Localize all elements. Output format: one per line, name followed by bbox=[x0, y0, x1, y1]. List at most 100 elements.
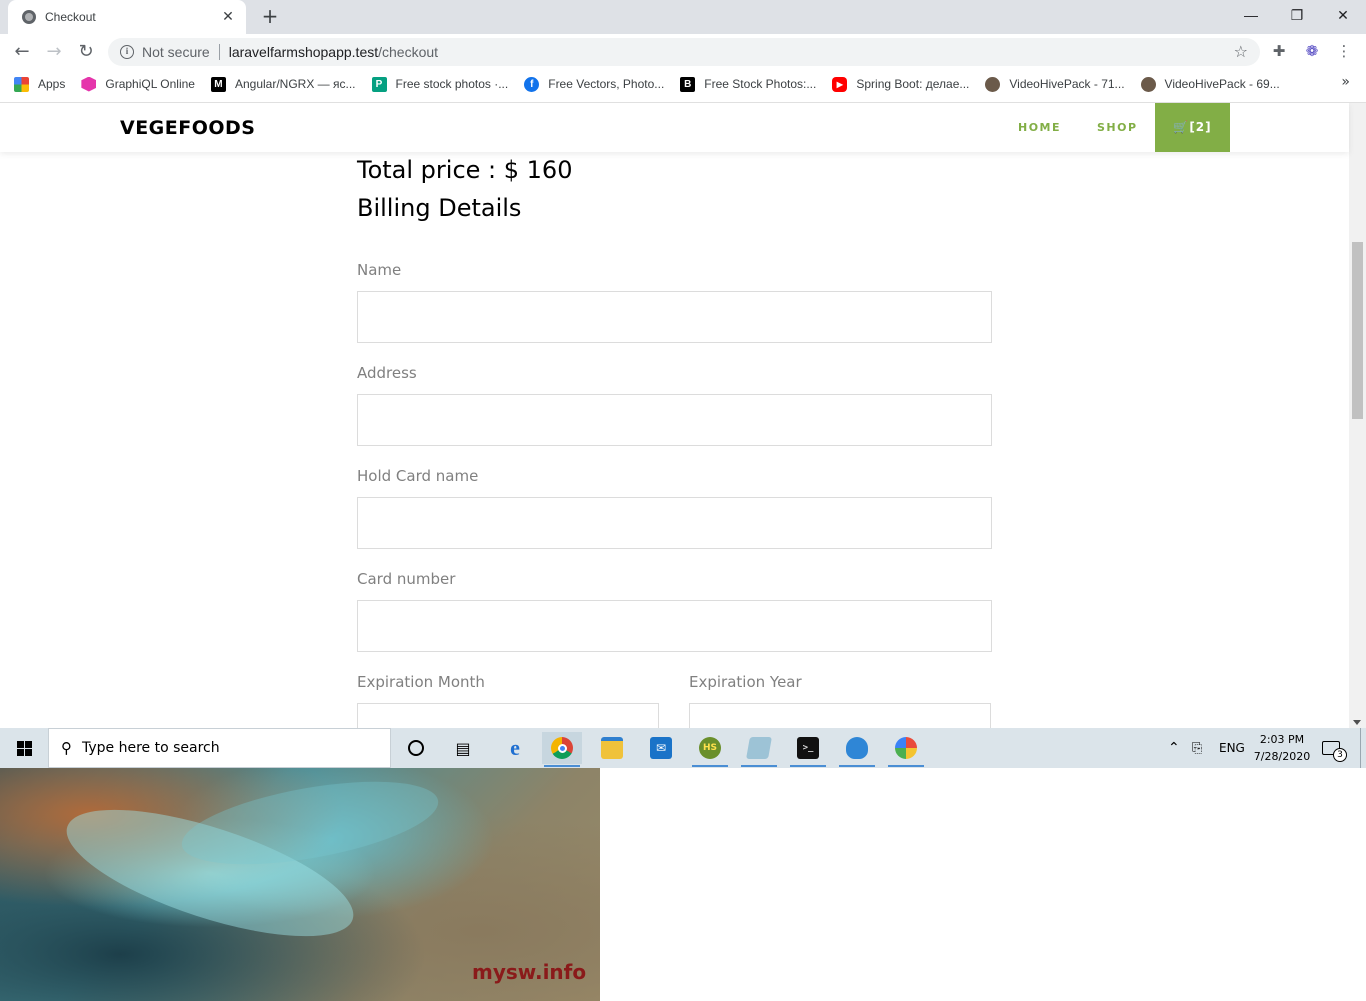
bookmark-graphiql[interactable]: GraphiQL Online bbox=[81, 76, 195, 92]
bookmark-burst[interactable]: B Free Stock Photos:... bbox=[680, 76, 817, 92]
expiration-year-input[interactable] bbox=[689, 703, 991, 728]
burst-icon: B bbox=[680, 76, 696, 92]
scrollbar-thumb[interactable] bbox=[1352, 242, 1363, 419]
nav-home-link[interactable]: HOME bbox=[1018, 121, 1061, 134]
bookmark-star-icon[interactable]: ☆ bbox=[1234, 42, 1248, 61]
nav-cart-button[interactable]: 🛒[2] bbox=[1155, 103, 1230, 152]
running-indicator bbox=[888, 765, 924, 767]
bookmark-pexels[interactable]: P Free stock photos ·... bbox=[371, 76, 509, 92]
file-explorer-icon[interactable] bbox=[592, 732, 632, 764]
profile-extension-icon[interactable]: ❁ bbox=[1301, 40, 1323, 62]
edge-browser-icon[interactable]: e bbox=[495, 732, 535, 764]
hs-glyph: HS bbox=[699, 737, 721, 759]
windows-taskbar: ⚲ Type here to search ▤ e ✉ HS >_ ⌃ ⎘ EN… bbox=[0, 728, 1366, 768]
minimize-button[interactable]: — bbox=[1228, 0, 1274, 30]
bookmark-label: Free stock photos ·... bbox=[395, 77, 509, 91]
notepad-glyph bbox=[746, 737, 772, 759]
restore-button[interactable]: ❐ bbox=[1274, 0, 1320, 30]
medium-icon: M bbox=[210, 76, 226, 92]
info-icon[interactable]: i bbox=[120, 45, 134, 59]
active-indicator bbox=[544, 765, 580, 767]
card-name-input[interactable] bbox=[357, 497, 992, 549]
cart-count: [2] bbox=[1189, 120, 1212, 134]
bookmark-label: GraphiQL Online bbox=[105, 77, 195, 91]
billing-details-heading: Billing Details bbox=[357, 194, 522, 222]
name-input[interactable] bbox=[357, 291, 992, 343]
close-tab-icon[interactable]: ✕ bbox=[220, 9, 236, 25]
chrome-taskbar-icon[interactable] bbox=[542, 732, 582, 767]
cortana-icon[interactable] bbox=[396, 732, 436, 764]
forward-arrow-icon[interactable]: → bbox=[42, 40, 66, 64]
browser-toolbar: ← → ↻ i Not secure laravelfarmshopapp.te… bbox=[0, 34, 1366, 70]
notepad-app-icon[interactable] bbox=[739, 732, 779, 767]
expiration-month-input[interactable] bbox=[357, 703, 659, 728]
pexels-icon: P bbox=[371, 76, 387, 92]
search-icon: ⚲ bbox=[61, 739, 72, 757]
edge-glyph: e bbox=[510, 735, 520, 760]
wallpaper-watermark: mysw.info bbox=[472, 960, 587, 984]
security-label[interactable]: Not secure bbox=[142, 44, 210, 60]
tab-title: Checkout bbox=[45, 10, 96, 24]
show-hidden-icons-chevron-icon[interactable]: ⌃ bbox=[1168, 728, 1180, 768]
action-center-icon[interactable]: 3 bbox=[1322, 728, 1347, 768]
page-scrollbar[interactable] bbox=[1349, 103, 1366, 728]
site-logo[interactable]: VEGEFOODS bbox=[120, 117, 256, 139]
taskbar-search[interactable]: ⚲ Type here to search bbox=[48, 728, 391, 768]
back-arrow-icon[interactable]: ← bbox=[10, 40, 34, 64]
bookmark-spring-boot-youtube[interactable]: ▶ Spring Boot: делае... bbox=[832, 76, 970, 92]
bookmarks-bar: Apps GraphiQL Online M Angular/NGRX — яс… bbox=[0, 70, 1366, 98]
paint-app-icon[interactable] bbox=[886, 732, 926, 767]
taskbar-clock[interactable]: 2:03 PM 7/28/2020 bbox=[1252, 731, 1312, 765]
address-label: Address bbox=[357, 364, 417, 382]
terminal-glyph: >_ bbox=[797, 737, 819, 759]
bookmark-angular-ngrx[interactable]: M Angular/NGRX — яс... bbox=[210, 76, 356, 92]
videohive-icon bbox=[1140, 76, 1156, 92]
mail-icon[interactable]: ✉ bbox=[641, 732, 681, 764]
url-host[interactable]: laravelfarmshopapp.test bbox=[229, 44, 378, 60]
bookmark-videohivepack-2[interactable]: VideoHivePack - 69... bbox=[1140, 76, 1280, 92]
scroll-down-arrow-icon[interactable] bbox=[1353, 720, 1361, 725]
bookmarks-overflow-icon[interactable]: » bbox=[1341, 74, 1350, 90]
card-number-label: Card number bbox=[357, 570, 456, 588]
reload-icon[interactable]: ↻ bbox=[74, 40, 98, 64]
graphql-icon bbox=[81, 76, 97, 92]
terminal-icon[interactable]: >_ bbox=[788, 732, 828, 767]
language-indicator[interactable]: ENG bbox=[1219, 728, 1245, 768]
extensions-puzzle-icon[interactable]: ✚ bbox=[1268, 40, 1290, 62]
youtube-icon: ▶ bbox=[832, 76, 848, 92]
new-tab-button[interactable]: + bbox=[258, 4, 282, 28]
address-input[interactable] bbox=[357, 394, 992, 446]
bookmark-apps[interactable]: Apps bbox=[14, 76, 65, 92]
close-window-button[interactable]: ✕ bbox=[1320, 0, 1366, 30]
menu-kebab-icon[interactable]: ⋮ bbox=[1333, 40, 1355, 62]
freepik-icon: f bbox=[524, 76, 540, 92]
videohive-icon bbox=[985, 76, 1001, 92]
show-desktop-button[interactable] bbox=[1360, 728, 1366, 768]
bookmark-label: Free Stock Photos:... bbox=[704, 77, 817, 91]
cortana-ring bbox=[408, 740, 424, 756]
bookmark-freepik[interactable]: f Free Vectors, Photo... bbox=[524, 76, 664, 92]
globe-icon bbox=[22, 10, 36, 24]
postgres-elephant-icon[interactable] bbox=[837, 732, 877, 767]
start-button[interactable] bbox=[0, 728, 48, 768]
total-price: Total price : $ 160 bbox=[357, 156, 573, 184]
name-label: Name bbox=[357, 261, 402, 279]
clock-date: 7/28/2020 bbox=[1253, 750, 1311, 763]
elephant-glyph bbox=[846, 737, 868, 759]
card-number-input[interactable] bbox=[357, 600, 992, 652]
task-view-icon[interactable]: ▤ bbox=[443, 732, 483, 764]
task-view-glyph: ▤ bbox=[455, 738, 471, 758]
browser-tab-checkout[interactable]: Checkout ✕ bbox=[8, 0, 246, 34]
bookmark-label: Spring Boot: делае... bbox=[856, 77, 970, 91]
running-indicator bbox=[692, 765, 728, 767]
running-indicator bbox=[790, 765, 826, 767]
address-bar[interactable]: i Not secure laravelfarmshopapp.test /ch… bbox=[108, 38, 1260, 66]
apps-grid-icon bbox=[14, 76, 29, 92]
nav-shop-link[interactable]: SHOP bbox=[1097, 121, 1138, 134]
battery-network-icon[interactable]: ⎘ bbox=[1192, 728, 1202, 768]
bookmark-videohivepack-1[interactable]: VideoHivePack - 71... bbox=[985, 76, 1125, 92]
windows-logo-icon bbox=[16, 740, 32, 756]
hs-app-icon[interactable]: HS bbox=[690, 732, 730, 767]
browser-titlebar: Checkout ✕ + — ❐ ✕ bbox=[0, 0, 1366, 34]
url-path[interactable]: /checkout bbox=[378, 44, 438, 60]
